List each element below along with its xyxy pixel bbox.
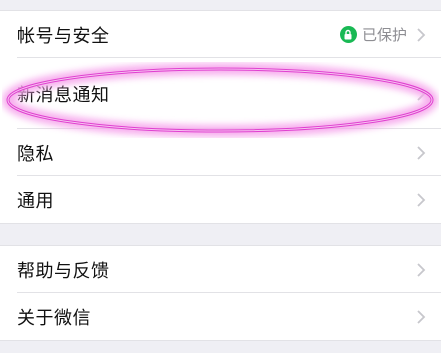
lock-icon	[339, 26, 357, 43]
row-label: 隐私	[17, 143, 54, 165]
protection-status: 已保护	[339, 24, 407, 45]
row-label: 通用	[17, 190, 54, 212]
chevron-right-icon	[417, 27, 426, 42]
row-new-message-notifications[interactable]: 新消息通知	[0, 58, 441, 129]
row-label: 关于微信	[17, 307, 91, 329]
row-help-feedback[interactable]: 帮助与反馈	[0, 246, 441, 293]
row-label: 帮助与反馈	[17, 260, 110, 282]
row-privacy[interactable]: 隐私	[0, 129, 441, 176]
chevron-right-icon	[417, 86, 426, 101]
settings-group-2: 帮助与反馈 关于微信	[0, 245, 441, 341]
chevron-right-icon	[417, 145, 426, 160]
row-label: 帐号与安全	[17, 25, 110, 47]
row-about-wechat[interactable]: 关于微信	[0, 293, 441, 340]
chevron-right-icon	[417, 192, 426, 207]
chevron-right-icon	[417, 262, 426, 277]
chevron-right-icon	[417, 309, 426, 324]
status-text: 已保护	[361, 26, 407, 44]
row-label: 新消息通知	[17, 84, 110, 106]
row-general[interactable]: 通用	[0, 176, 441, 223]
settings-group-1: 帐号与安全 已保护 新消息通知 隐私 通用	[0, 10, 441, 224]
row-account-security[interactable]: 帐号与安全 已保护	[0, 11, 441, 58]
